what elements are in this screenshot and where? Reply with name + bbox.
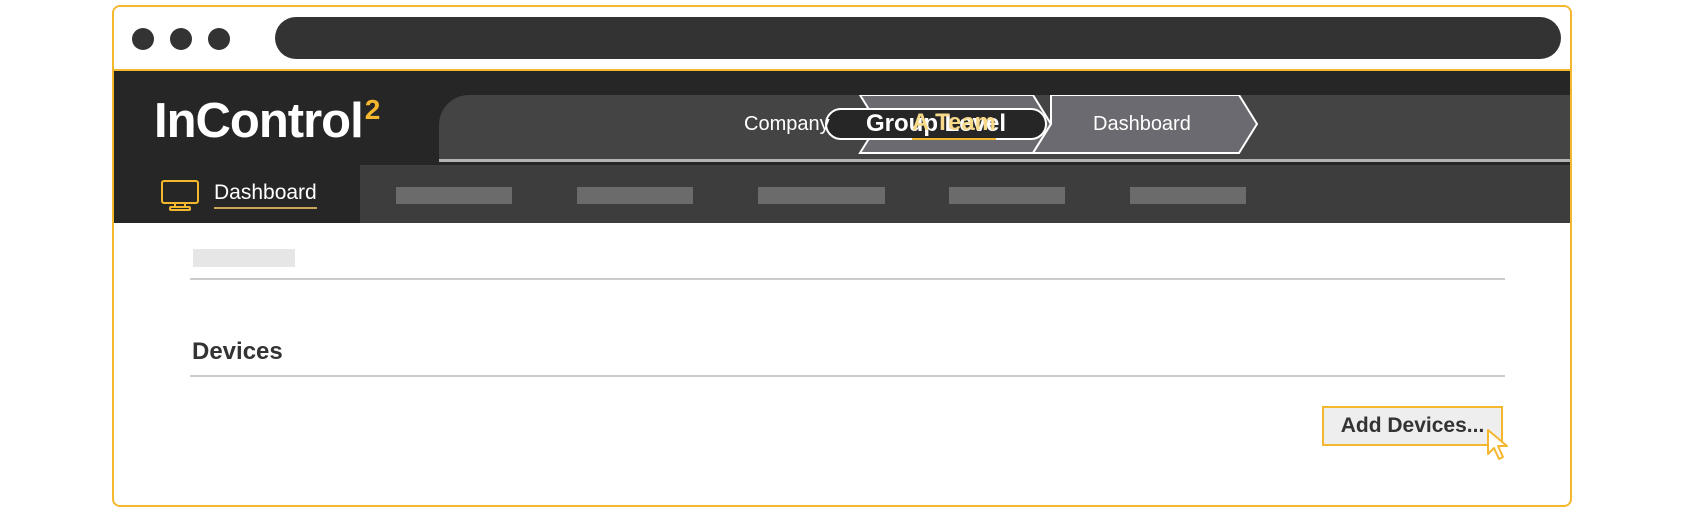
app-header: InControl2 Group Level Company A Team Da… <box>114 69 1570 165</box>
browser-window: InControl2 Group Level Company A Team Da… <box>112 5 1572 507</box>
page-title-placeholder <box>193 249 295 267</box>
main-content: Devices Add Devices... <box>114 223 1570 505</box>
mouse-cursor-icon <box>1487 429 1508 460</box>
address-bar[interactable] <box>275 17 1561 59</box>
logo-superscript: 2 <box>364 94 381 125</box>
breadcrumb: Group Level Company A Team Dashboard <box>439 95 1570 159</box>
window-dot-icon[interactable] <box>208 28 230 50</box>
breadcrumb-item-company[interactable]: Company <box>744 113 830 136</box>
breadcrumb-item-label: Dashboard <box>1093 113 1191 135</box>
nav-item-dashboard[interactable]: Dashboard <box>114 165 360 223</box>
nav-item-placeholder[interactable] <box>1130 187 1246 204</box>
add-devices-button[interactable]: Add Devices... <box>1322 406 1503 446</box>
logo-text: InControl <box>154 94 364 148</box>
nav-item-placeholder[interactable] <box>949 187 1065 204</box>
app-logo[interactable]: InControl2 <box>154 93 381 149</box>
divider <box>190 278 1505 280</box>
breadcrumb-item-label: Company <box>744 113 830 135</box>
breadcrumb-item-team[interactable]: A Team <box>909 109 999 140</box>
nav-item-placeholder[interactable] <box>758 187 885 204</box>
nav-item-placeholder[interactable] <box>577 187 693 204</box>
breadcrumb-item-dashboard[interactable]: Dashboard <box>1093 113 1191 136</box>
breadcrumb-divider <box>439 159 1570 162</box>
browser-titlebar <box>114 7 1570 69</box>
nav-item-label: Dashboard <box>214 181 317 209</box>
nav-item-placeholder[interactable] <box>396 187 512 204</box>
breadcrumb-item-label: A Team <box>911 109 997 140</box>
monitor-icon <box>161 180 199 211</box>
main-nav: Dashboard <box>114 165 1570 223</box>
window-dot-icon[interactable] <box>132 28 154 50</box>
divider <box>190 375 1505 377</box>
window-dot-icon[interactable] <box>170 28 192 50</box>
section-title: Devices <box>192 338 283 365</box>
